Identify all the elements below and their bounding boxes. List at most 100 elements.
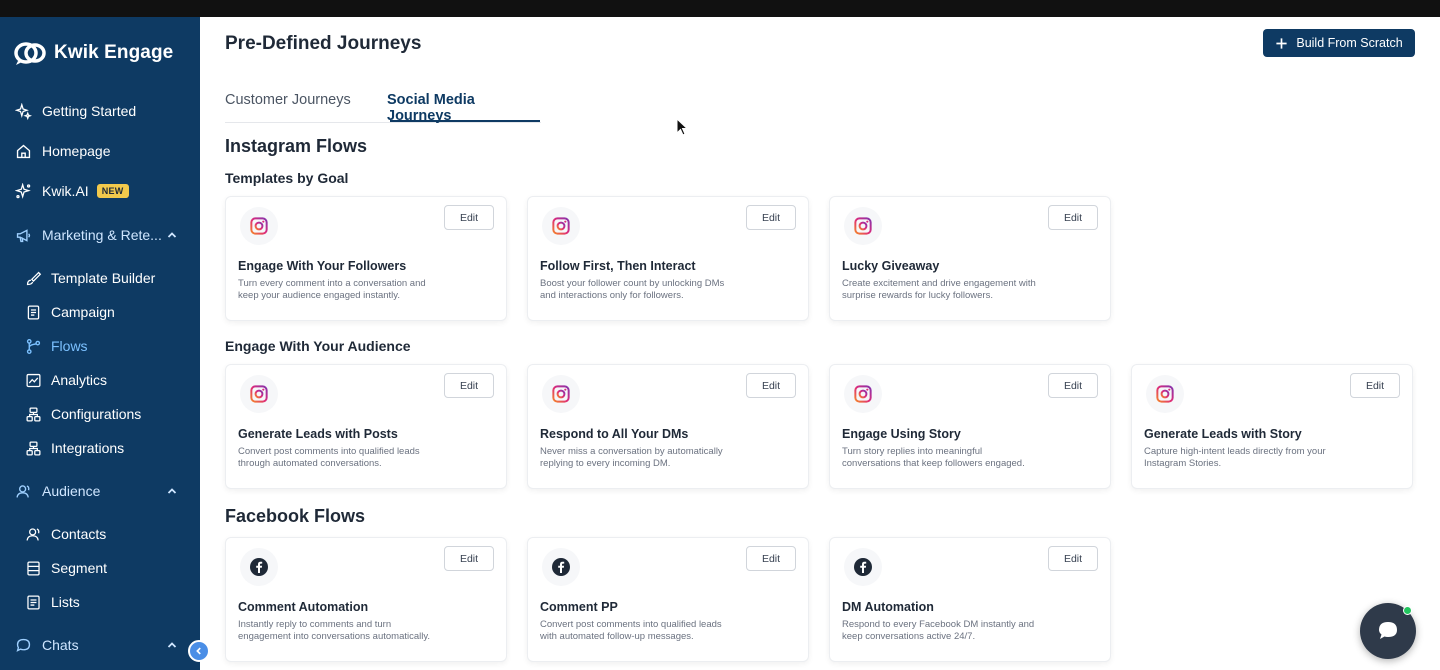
sparkle-icon xyxy=(14,102,32,120)
card-description: Never miss a conversation by automatical… xyxy=(540,446,723,469)
build-button-label: Build From Scratch xyxy=(1296,36,1403,50)
sidebar-item-contacts[interactable]: Contacts xyxy=(0,517,200,551)
card-title: Follow First, Then Interact xyxy=(540,259,696,273)
instagram-icon xyxy=(844,375,882,413)
build-from-scratch-button[interactable]: Build From Scratch xyxy=(1263,29,1415,57)
sidebar-item-lists[interactable]: Lists xyxy=(0,585,200,619)
card-description: Create excitement and drive engagement w… xyxy=(842,278,1036,301)
flow-card[interactable]: Edit DM Automation Respond to every Face… xyxy=(829,537,1111,662)
flow-card[interactable]: Edit Generate Leads with Posts Convert p… xyxy=(225,364,507,489)
sidebar-item-label: Campaign xyxy=(51,304,115,320)
ai-sparkle-icon xyxy=(14,182,32,200)
edit-button[interactable]: Edit xyxy=(1048,546,1098,571)
edit-button[interactable]: Edit xyxy=(1048,373,1098,398)
integrations-icon xyxy=(24,439,42,457)
sidebar-item-kwik-ai[interactable]: Kwik.AI NEW xyxy=(0,174,200,208)
sidebar-item-label: Contacts xyxy=(51,526,107,542)
brand-name: Kwik Engage xyxy=(54,42,174,63)
card-title: Generate Leads with Story xyxy=(1144,427,1302,441)
facebook-icon xyxy=(240,548,278,586)
sidebar-item-integrations[interactable]: Integrations xyxy=(0,431,200,465)
flow-card[interactable]: Edit Comment PP Convert post comments in… xyxy=(527,537,809,662)
sidebar-item-flows[interactable]: Flows xyxy=(0,329,200,363)
edit-button[interactable]: Edit xyxy=(746,546,796,571)
sidebar-item-label: Homepage xyxy=(42,143,111,159)
audience-icon xyxy=(14,482,32,500)
card-description: Respond to every Facebook DM instantly a… xyxy=(842,619,1035,642)
instagram-icon xyxy=(240,375,278,413)
sidebar-item-getting-started[interactable]: Getting Started xyxy=(0,94,200,128)
flow-card[interactable]: Edit Lucky Giveaway Create excitement an… xyxy=(829,196,1111,321)
facebook-icon xyxy=(844,548,882,586)
megaphone-icon xyxy=(14,226,32,244)
card-title: Engage With Your Followers xyxy=(238,259,407,273)
chevron-up-icon[interactable] xyxy=(166,229,178,241)
config-icon xyxy=(24,405,42,423)
flow-card[interactable]: Edit Engage Using Story Turn story repli… xyxy=(829,364,1111,489)
flow-icon xyxy=(24,337,42,355)
sidebar-item-label: Flows xyxy=(51,338,88,354)
card-title: Lucky Giveaway xyxy=(842,259,940,273)
instagram-icon xyxy=(542,207,580,245)
sidebar-item-label: Analytics xyxy=(51,372,108,388)
edit-button[interactable]: Edit xyxy=(746,373,796,398)
edit-button[interactable]: Edit xyxy=(1350,373,1400,398)
sidebar: Kwik Engage Getting Started Homepage Kwi… xyxy=(0,17,200,670)
chat-icon xyxy=(14,636,32,654)
mouse-cursor-icon xyxy=(676,118,688,136)
card-description: Convert post comments into qualified lea… xyxy=(540,619,722,642)
edit-button[interactable]: Edit xyxy=(1048,205,1098,230)
instagram-icon xyxy=(844,207,882,245)
card-description: Turn every comment into a conversation a… xyxy=(238,278,426,301)
facebook-icon xyxy=(542,548,580,586)
chevron-up-icon[interactable] xyxy=(166,639,178,651)
sidebar-item-configurations[interactable]: Configurations xyxy=(0,397,200,431)
card-title: Respond to All Your DMs xyxy=(540,427,689,441)
sidebar-item-segment[interactable]: Segment xyxy=(0,551,200,585)
online-status-dot xyxy=(1403,606,1412,615)
sidebar-item-homepage[interactable]: Homepage xyxy=(0,134,200,168)
edit-button[interactable]: Edit xyxy=(444,205,494,230)
sidebar-item-campaign[interactable]: Campaign xyxy=(0,295,200,329)
chart-icon xyxy=(24,371,42,389)
instagram-icon xyxy=(1146,375,1184,413)
brush-icon xyxy=(24,269,42,287)
edit-button[interactable]: Edit xyxy=(444,546,494,571)
sidebar-item-label: Kwik.AI xyxy=(42,183,89,199)
sidebar-item-analytics[interactable]: Analytics xyxy=(0,363,200,397)
card-title: Engage Using Story xyxy=(842,427,961,441)
chevron-left-icon xyxy=(196,647,201,655)
tab-customer-journeys[interactable]: Customer Journeys xyxy=(225,92,351,108)
instagram-icon xyxy=(542,375,580,413)
flow-card[interactable]: Edit Engage With Your Followers Turn eve… xyxy=(225,196,507,321)
sidebar-item-marketing[interactable]: Marketing & Rete... xyxy=(0,218,200,252)
sidebar-item-template-builder[interactable]: Template Builder xyxy=(0,261,200,295)
flow-card[interactable]: Edit Comment Automation Instantly reply … xyxy=(225,537,507,662)
page-title: Pre-Defined Journeys xyxy=(225,33,422,54)
group-title-templates-by-goal: Templates by Goal xyxy=(225,170,349,186)
card-description: Convert post comments into qualified lea… xyxy=(238,446,420,469)
card-title: Comment Automation xyxy=(238,600,369,614)
card-title: DM Automation xyxy=(842,600,934,614)
sidebar-item-label: Integrations xyxy=(51,440,125,456)
chevron-up-icon[interactable] xyxy=(166,485,178,497)
brand[interactable]: Kwik Engage xyxy=(14,41,173,65)
edit-button[interactable]: Edit xyxy=(444,373,494,398)
flow-card[interactable]: Edit Follow First, Then Interact Boost y… xyxy=(527,196,809,321)
group-title-engage-audience: Engage With Your Audience xyxy=(225,338,411,354)
section-title-facebook: Facebook Flows xyxy=(225,506,366,526)
card-description: Turn story replies into meaningful conve… xyxy=(842,446,1025,469)
sidebar-item-chats[interactable]: Chats xyxy=(0,628,200,662)
contacts-icon xyxy=(24,525,42,543)
card-description: Instantly reply to comments and turn eng… xyxy=(238,619,431,642)
sidebar-item-audience[interactable]: Audience xyxy=(0,474,200,508)
edit-button[interactable]: Edit xyxy=(746,205,796,230)
new-badge: NEW xyxy=(96,184,129,198)
sidebar-collapse-button[interactable] xyxy=(188,640,210,662)
flow-card[interactable]: Edit Generate Leads with Story Capture h… xyxy=(1131,364,1413,489)
card-description: Capture high-intent leads directly from … xyxy=(1144,446,1326,469)
segment-icon xyxy=(24,559,42,577)
flow-card[interactable]: Edit Respond to All Your DMs Never miss … xyxy=(527,364,809,489)
kwik-engage-logo-icon xyxy=(14,42,46,65)
document-icon xyxy=(24,303,42,321)
